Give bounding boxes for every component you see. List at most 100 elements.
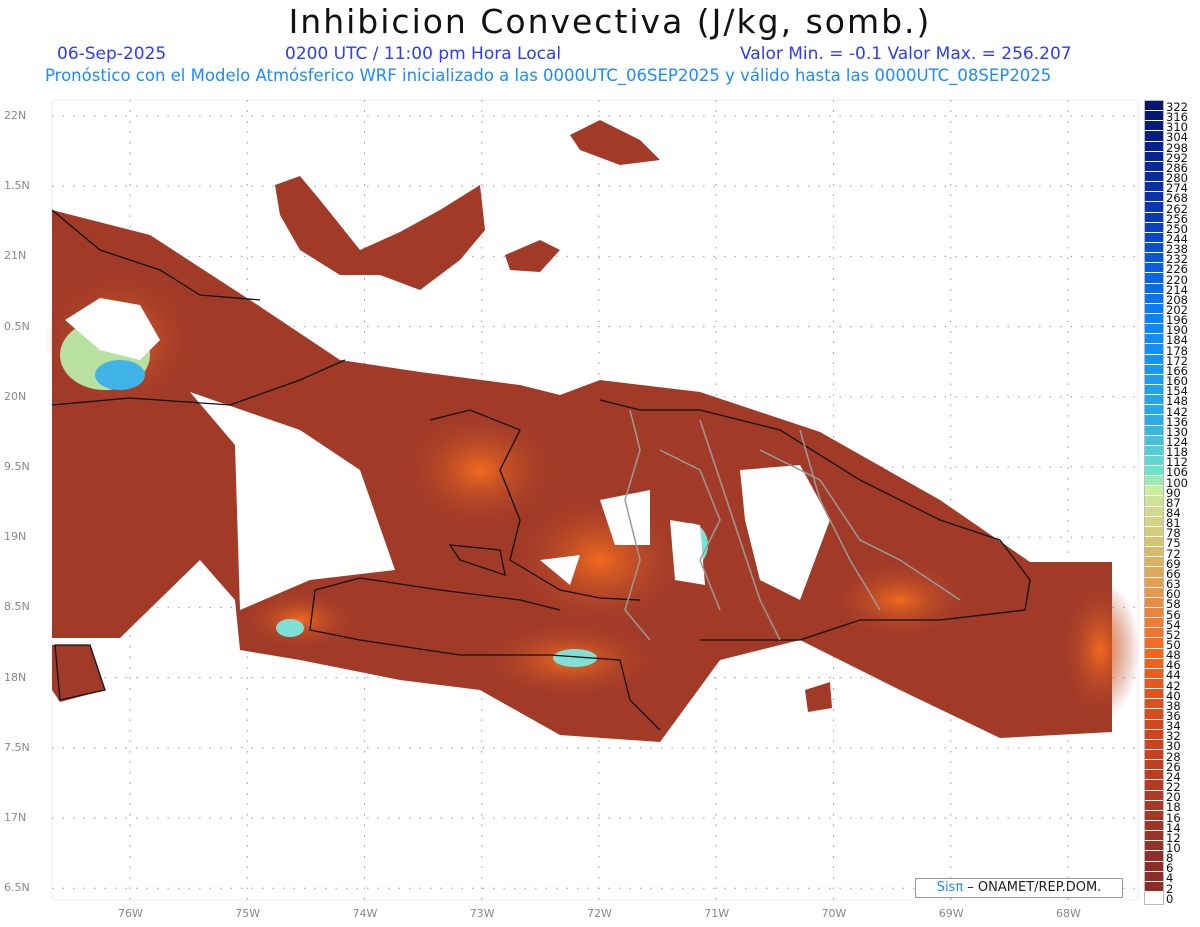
colorbar-swatch xyxy=(1145,192,1163,203)
lat-label: 20N xyxy=(4,389,27,403)
colorbar-swatch xyxy=(1145,476,1163,487)
colorbar-swatch xyxy=(1145,121,1163,132)
colorbar-swatch xyxy=(1145,679,1163,690)
lat-label: 6.5N xyxy=(4,881,30,895)
colorbar-swatch xyxy=(1145,699,1163,710)
colorbar-swatch xyxy=(1145,161,1163,172)
colorbar-swatch xyxy=(1145,324,1163,335)
colorbar-swatch xyxy=(1145,628,1163,639)
lon-label: 73W xyxy=(469,907,495,920)
colorbar-swatch xyxy=(1145,668,1163,680)
colorbar-swatch xyxy=(1145,648,1163,659)
colorbar-swatch xyxy=(1145,293,1163,304)
colorbar-swatch xyxy=(1145,395,1163,406)
colorbar-swatch xyxy=(1145,466,1163,477)
colorbar-swatch xyxy=(1145,303,1163,314)
colorbar-swatch xyxy=(1145,638,1163,649)
colorbar-swatch xyxy=(1145,851,1163,862)
colorbar-swatch xyxy=(1145,557,1163,568)
map-plot xyxy=(45,99,1140,901)
colorbar-swatch xyxy=(1145,222,1163,233)
pi-logo-icon: π xyxy=(955,880,964,895)
colorbar-swatch xyxy=(1145,861,1163,872)
colorbar-swatch xyxy=(1145,618,1163,629)
lon-label: 76W xyxy=(118,907,143,920)
colorbar-swatch xyxy=(1145,354,1163,365)
colorbar-swatch xyxy=(1145,526,1163,538)
colorbar-swatch xyxy=(1145,425,1163,436)
colorbar-swatch xyxy=(1145,202,1163,213)
colorbar-swatch xyxy=(1145,171,1163,183)
colorbar-swatch xyxy=(1145,516,1163,527)
colorbar-swatch xyxy=(1145,709,1163,720)
colorbar-swatch xyxy=(1145,881,1163,892)
colorbar-swatch xyxy=(1145,253,1163,264)
credit-org: – ONAMET/REP.DOM. xyxy=(963,880,1102,895)
colorbar xyxy=(1144,100,1164,905)
colorbar-swatch xyxy=(1145,151,1163,162)
lat-label: 21N xyxy=(4,249,27,263)
colorbar-swatch xyxy=(1145,810,1163,821)
lon-label: 70W xyxy=(821,907,847,920)
colorbar-swatch xyxy=(1145,101,1163,112)
colorbar-swatch xyxy=(1145,364,1163,375)
credit-box: Sisπ – ONAMET/REP.DOM. xyxy=(915,878,1123,898)
colorbar-swatch xyxy=(1145,547,1163,558)
colorbar-swatch xyxy=(1145,790,1163,801)
colorbar-swatch xyxy=(1145,729,1163,740)
colorbar-swatch xyxy=(1145,567,1163,578)
colorbar-swatch xyxy=(1145,415,1163,426)
lat-label: 17N xyxy=(4,811,27,824)
colorbar-swatch xyxy=(1145,496,1163,507)
colorbar-swatch xyxy=(1145,111,1163,122)
lat-label: 7.5N xyxy=(4,740,30,754)
lat-label: 1.5N xyxy=(4,179,30,193)
colorbar-swatch xyxy=(1145,374,1163,385)
colorbar-swatch xyxy=(1145,871,1163,882)
lat-label: 8.5N xyxy=(4,600,30,614)
lat-label: 9.5N xyxy=(4,460,30,473)
colorbar-swatch xyxy=(1145,841,1163,852)
lon-label: 74W xyxy=(352,907,378,920)
colorbar-swatch xyxy=(1145,760,1163,771)
colorbar-swatch xyxy=(1145,780,1163,791)
colorbar-swatch xyxy=(1145,750,1163,761)
colorbar-swatch xyxy=(1145,831,1163,842)
colorbar-swatch xyxy=(1145,770,1163,781)
colorbar-swatch xyxy=(1145,486,1163,497)
colorbar-swatch xyxy=(1145,313,1163,325)
colorbar-swatch xyxy=(1145,577,1163,588)
lon-label: 71W xyxy=(704,907,730,920)
colorbar-swatch xyxy=(1145,597,1163,609)
colorbar-swatch xyxy=(1145,506,1163,517)
colorbar-label: 0 xyxy=(1166,891,1174,906)
colorbar-swatch xyxy=(1145,445,1163,456)
lat-label: 22N xyxy=(4,109,27,122)
colorbar-swatch xyxy=(1145,719,1163,730)
colorbar-swatch xyxy=(1145,263,1163,274)
colorbar-swatch xyxy=(1145,384,1163,396)
colorbar-swatch xyxy=(1145,455,1163,467)
colorbar-swatch xyxy=(1145,273,1163,284)
colorbar-swatch xyxy=(1145,658,1163,669)
lat-label: 18N xyxy=(4,670,27,684)
colorbar-swatch xyxy=(1145,405,1163,416)
colorbar-swatch xyxy=(1145,689,1163,700)
colorbar-swatch xyxy=(1145,131,1163,142)
colorbar-swatch xyxy=(1145,587,1163,598)
colorbar-swatch xyxy=(1145,435,1163,446)
colorbar-swatch xyxy=(1145,283,1163,294)
lon-label: 72W xyxy=(587,907,612,920)
colorbar-swatch-zero xyxy=(1145,891,1163,904)
colorbar-swatch xyxy=(1145,537,1163,548)
lon-label: 69W xyxy=(938,907,964,920)
colorbar-swatch xyxy=(1145,800,1163,811)
colorbar-swatch xyxy=(1145,232,1163,243)
colorbar-swatch xyxy=(1145,334,1163,345)
credit-sis: Sis xyxy=(936,880,956,895)
lon-label: 68W xyxy=(1056,907,1081,920)
lat-label: 19N xyxy=(4,530,27,544)
colorbar-swatch xyxy=(1145,739,1163,750)
colorbar-swatch xyxy=(1145,820,1163,832)
colorbar-swatch xyxy=(1145,212,1163,223)
